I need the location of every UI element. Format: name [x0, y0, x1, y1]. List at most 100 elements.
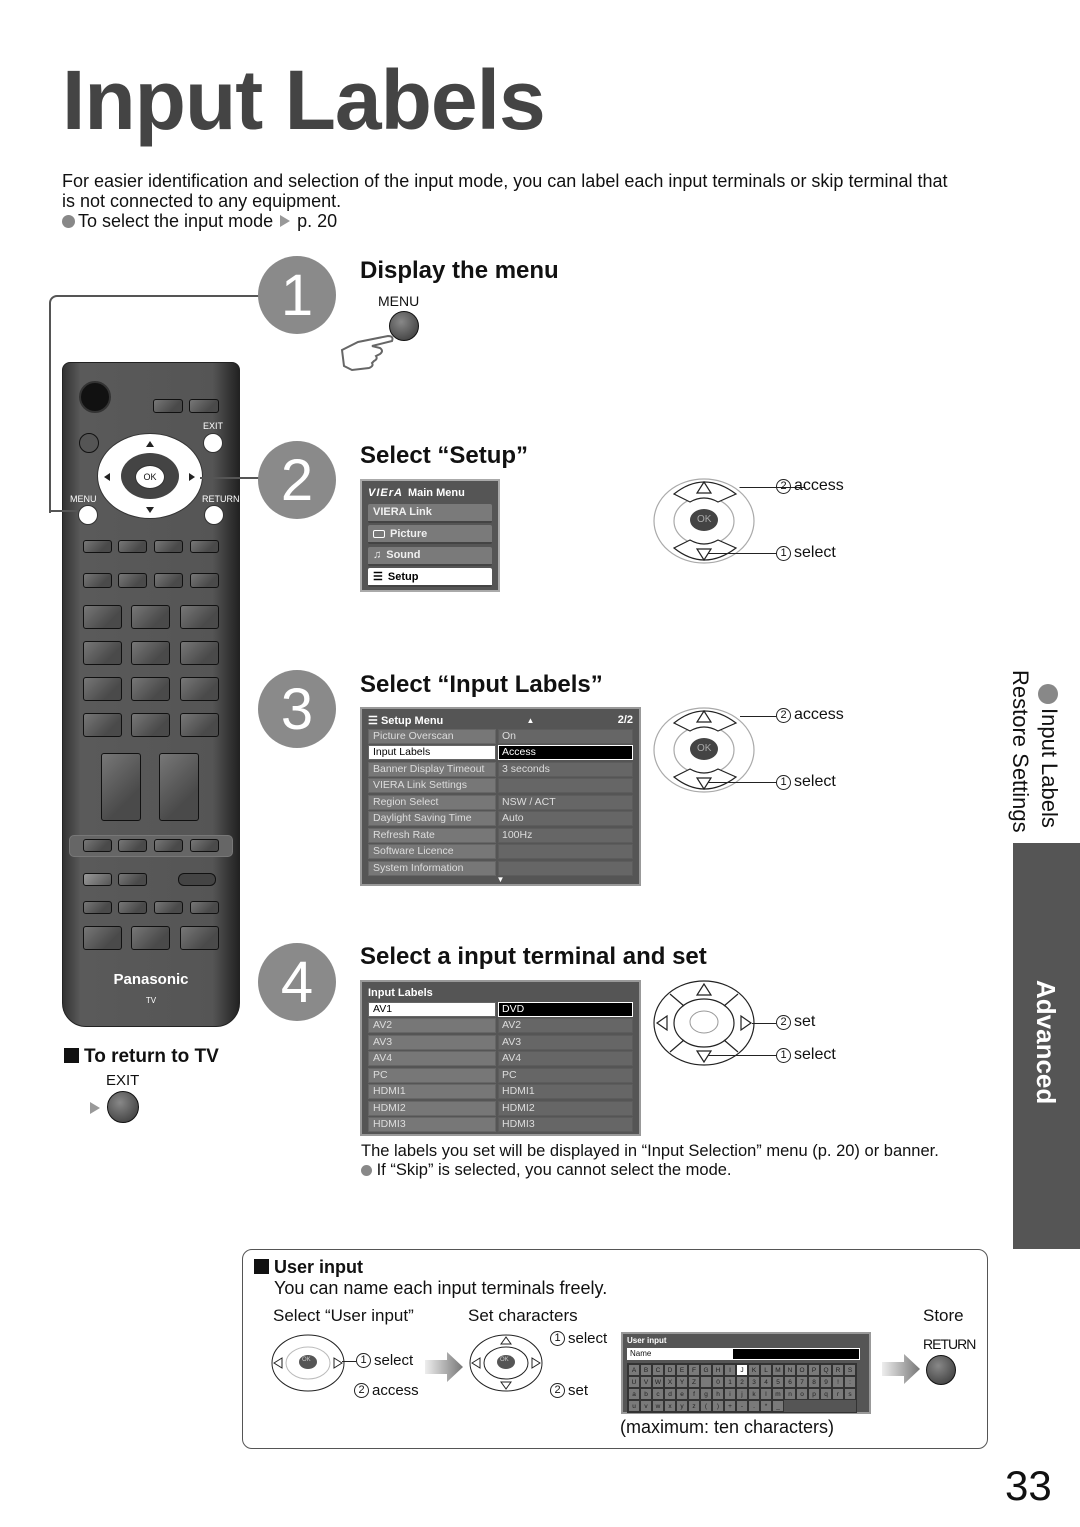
character-key[interactable]: ! [832, 1376, 844, 1388]
character-key[interactable]: U [628, 1376, 640, 1388]
character-key[interactable]: - [736, 1400, 748, 1412]
number-button[interactable] [180, 641, 219, 665]
setup-menu-row[interactable]: Region Select NSW / ACT [368, 794, 633, 810]
section-tab-advanced[interactable]: Advanced [1013, 843, 1080, 1249]
character-key[interactable]: : [844, 1376, 856, 1388]
number-button[interactable] [131, 713, 170, 737]
main-menu-item-setup[interactable]: ☰ Setup [368, 568, 492, 587]
character-key[interactable]: O [796, 1364, 808, 1376]
setup-menu-row[interactable]: Software Licence [368, 844, 633, 859]
channel-rocker[interactable] [159, 753, 199, 821]
character-key[interactable]: Z [688, 1376, 700, 1388]
remote-switch[interactable] [178, 873, 216, 886]
input-label-row[interactable]: AV2 AV2 [368, 1018, 633, 1033]
character-key[interactable]: ) [712, 1400, 724, 1412]
character-key[interactable]: e [676, 1388, 688, 1400]
character-key[interactable]: i [724, 1388, 736, 1400]
side-item-restore-settings[interactable]: Restore Settings [1007, 670, 1033, 833]
input-label-row[interactable]: AV4 AV4 [368, 1051, 633, 1066]
main-menu-item-viera-link[interactable]: VIERA Link [368, 503, 492, 523]
character-key[interactable]: L [760, 1364, 772, 1376]
character-key[interactable]: j [736, 1388, 748, 1400]
number-button[interactable] [131, 677, 170, 701]
remote-button[interactable] [118, 901, 147, 914]
setup-menu-row[interactable]: VIERA Link Settings [368, 778, 633, 793]
remote-button[interactable] [154, 839, 183, 852]
input-label-value[interactable]: HDMI1 [498, 1084, 633, 1099]
character-key[interactable]: 0 [712, 1376, 724, 1388]
character-key[interactable] [700, 1376, 712, 1388]
character-key[interactable]: 8 [808, 1376, 820, 1388]
character-key[interactable]: 1 [724, 1376, 736, 1388]
remote-button[interactable] [131, 926, 170, 950]
character-key[interactable]: a [628, 1388, 640, 1400]
character-key[interactable]: E [676, 1364, 688, 1376]
remote-button[interactable] [118, 839, 147, 852]
remote-button[interactable] [190, 839, 219, 852]
exit-button[interactable] [107, 1091, 139, 1123]
character-key[interactable]: b [640, 1388, 652, 1400]
character-key[interactable]: w [652, 1400, 664, 1412]
number-button[interactable] [83, 641, 122, 665]
input-label-row[interactable]: HDMI2 HDMI2 [368, 1100, 633, 1116]
number-button[interactable] [180, 677, 219, 701]
input-label-value[interactable]: HDMI3 [498, 1117, 633, 1132]
character-key[interactable]: g [700, 1388, 712, 1400]
scroll-up-icon[interactable]: ▲ [527, 716, 535, 725]
input-label-value[interactable]: DVD [498, 1001, 633, 1017]
character-key[interactable]: W [652, 1376, 664, 1388]
character-key[interactable]: r [832, 1388, 844, 1400]
remote-button[interactable] [180, 926, 219, 950]
input-label-value[interactable]: HDMI2 [498, 1100, 633, 1116]
input-label-row[interactable]: HDMI3 HDMI3 [368, 1117, 633, 1132]
setup-menu-row[interactable]: Banner Display Timeout 3 seconds [368, 761, 633, 777]
remote-button[interactable] [83, 926, 122, 950]
volume-rocker[interactable] [101, 753, 141, 821]
character-key[interactable]: Y [676, 1376, 688, 1388]
remote-button[interactable] [83, 873, 112, 886]
remote-button[interactable] [190, 540, 219, 553]
character-key[interactable]: v [640, 1400, 652, 1412]
character-key[interactable]: 7 [796, 1376, 808, 1388]
setup-menu-row[interactable]: System Information [368, 860, 633, 876]
character-key[interactable]: N [784, 1364, 796, 1376]
setup-menu-row[interactable]: Input Labels Access [368, 745, 633, 760]
remote-button[interactable] [83, 839, 112, 852]
character-key[interactable]: h [712, 1388, 724, 1400]
input-label-row[interactable]: HDMI1 HDMI1 [368, 1084, 633, 1099]
input-label-row[interactable]: PC PC [368, 1067, 633, 1083]
character-key[interactable]: u [628, 1400, 640, 1412]
remote-button[interactable] [118, 873, 147, 886]
character-key[interactable]: n [784, 1388, 796, 1400]
remote-button[interactable] [154, 573, 183, 588]
input-label-value[interactable]: PC [498, 1067, 633, 1083]
remote-button[interactable] [190, 901, 219, 914]
character-key[interactable]: M [772, 1364, 784, 1376]
number-button[interactable] [180, 605, 219, 629]
setup-menu-row[interactable]: Picture Overscan On [368, 728, 633, 744]
character-key[interactable]: R [832, 1364, 844, 1376]
remote-button[interactable] [154, 540, 183, 553]
character-key[interactable]: s [844, 1388, 856, 1400]
input-label-value[interactable]: AV2 [498, 1018, 633, 1033]
return-button[interactable] [926, 1355, 956, 1385]
input-label-value[interactable]: AV4 [498, 1051, 633, 1066]
character-key[interactable]: z [688, 1400, 700, 1412]
name-input[interactable] [732, 1348, 860, 1360]
character-key[interactable]: x [664, 1400, 676, 1412]
character-key[interactable]: 6 [784, 1376, 796, 1388]
setup-menu-row[interactable]: Refresh Rate 100Hz [368, 827, 633, 843]
character-key[interactable]: J [736, 1364, 748, 1376]
scroll-down-icon[interactable]: ▼ [368, 875, 633, 884]
character-key[interactable]: c [652, 1388, 664, 1400]
remote-button[interactable] [83, 540, 112, 553]
character-key[interactable]: I [724, 1364, 736, 1376]
character-key[interactable]: H [712, 1364, 724, 1376]
remote-button[interactable] [83, 901, 112, 914]
character-key[interactable]: 2 [736, 1376, 748, 1388]
input-label-row[interactable]: AV3 AV3 [368, 1034, 633, 1050]
main-menu-item-picture[interactable]: Picture [368, 525, 492, 544]
character-key[interactable]: + [724, 1400, 736, 1412]
setup-menu-row[interactable]: Daylight Saving Time Auto [368, 811, 633, 826]
remote-button[interactable] [118, 573, 147, 588]
